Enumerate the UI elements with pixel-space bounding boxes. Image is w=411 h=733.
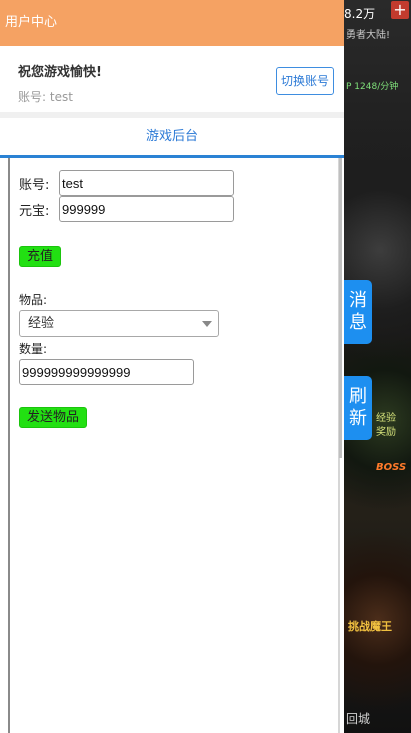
account-input[interactable]: [59, 170, 234, 196]
account-field-label: 账号:: [19, 177, 50, 193]
yuanbao-row: 元宝:: [19, 196, 234, 222]
panel-title: 用户中心: [0, 0, 344, 46]
tab-bar: 游戏后台: [0, 118, 344, 158]
account-label: 账号:: [18, 90, 47, 104]
game-rate-text: P 1248/分钟: [346, 82, 399, 92]
frame-scrollbar[interactable]: [339, 158, 342, 458]
message-button-label: 消息: [349, 290, 367, 333]
refresh-button-label: 刷新: [349, 386, 367, 429]
yuanbao-field-label: 元宝:: [19, 203, 50, 219]
message-button[interactable]: 消息: [344, 280, 372, 344]
user-card: 祝您游戏愉快! 账号: test 切换账号: [0, 46, 344, 112]
quantity-label: 数量:: [19, 342, 48, 356]
recharge-button[interactable]: 充值: [19, 246, 62, 267]
tab-game-backend[interactable]: 游戏后台: [0, 118, 344, 156]
refresh-button[interactable]: 刷新: [344, 376, 372, 440]
game-plus-icon[interactable]: +: [391, 1, 409, 19]
game-subtitle-text: 勇者大陆!: [346, 30, 391, 41]
item-select[interactable]: 经验: [19, 310, 219, 337]
quantity-input[interactable]: [19, 359, 194, 385]
chevron-down-icon: [202, 321, 212, 327]
game-city-text[interactable]: 回城: [346, 710, 370, 727]
item-select-value: 经验: [28, 316, 55, 331]
send-item-button[interactable]: 发送物品: [19, 407, 88, 428]
yuanbao-input[interactable]: [59, 196, 234, 222]
game-challenge-text[interactable]: 挑战魔王: [348, 618, 392, 634]
account-row: 账号:: [19, 170, 234, 196]
game-reward-text: 经验 奖励: [376, 413, 396, 438]
backend-frame: 账号: 元宝: 充值 物品: 经验 数量: 发送物品: [8, 158, 340, 733]
game-boss-text[interactable]: BOSS: [376, 462, 406, 473]
account-name: test: [49, 90, 73, 104]
game-score-text: 8.2万: [344, 7, 376, 21]
item-label: 物品:: [19, 293, 48, 307]
switch-account-button[interactable]: 切换账号: [276, 67, 334, 95]
